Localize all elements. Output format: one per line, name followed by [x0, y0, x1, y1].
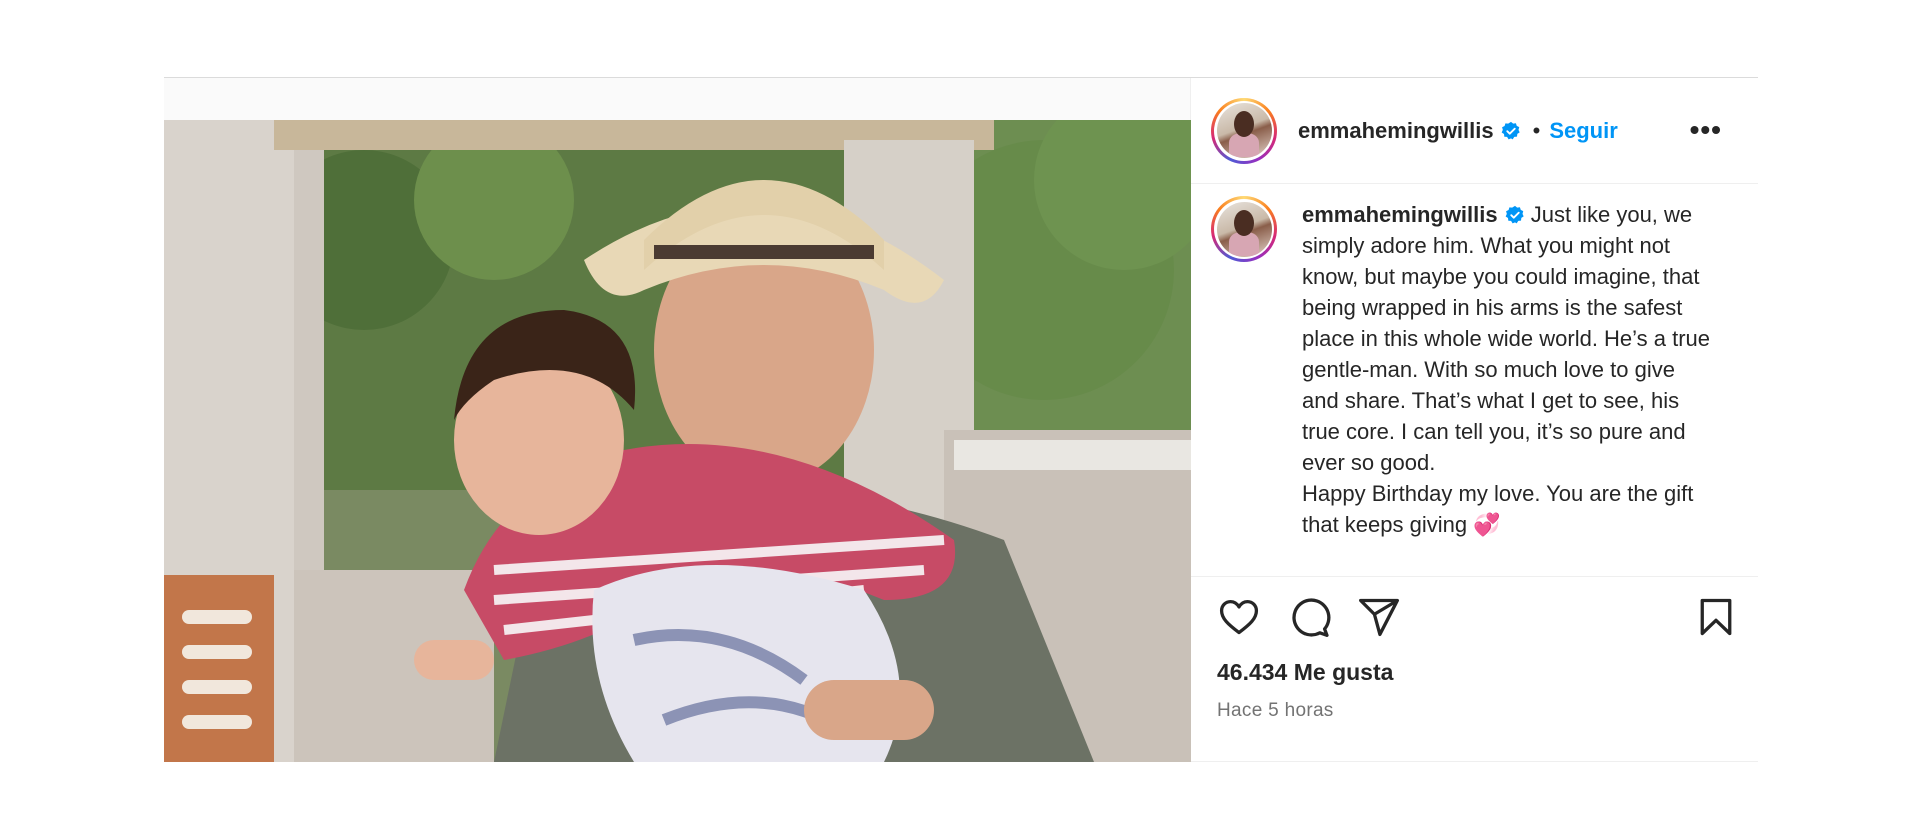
caption-avatar-image	[1216, 201, 1272, 257]
separator-dot: •	[1532, 117, 1541, 143]
media-column	[164, 78, 1191, 762]
instagram-post: emmahemingwillis • Seguir ••• emmaheming…	[164, 77, 1758, 762]
caption-verified-badge-icon	[1505, 205, 1524, 224]
avatar-image	[1216, 103, 1272, 158]
caption-body: Just like you, we simply adore him. What…	[1302, 202, 1711, 475]
photo-illustration	[164, 120, 1191, 762]
send-icon[interactable]	[1357, 595, 1401, 639]
post-timestamp[interactable]: Hace 5 horas	[1191, 700, 1758, 722]
comment-icon[interactable]	[1287, 595, 1331, 639]
action-bar	[1191, 577, 1758, 657]
post-photo[interactable]	[164, 120, 1191, 762]
heart-icon[interactable]	[1217, 595, 1261, 639]
post-sidebar: emmahemingwillis • Seguir ••• emmaheming…	[1191, 78, 1758, 761]
header-username[interactable]: emmahemingwillis	[1298, 118, 1494, 144]
caption-avatar[interactable]	[1211, 196, 1277, 262]
likes-count[interactable]: 46.434 Me gusta	[1191, 659, 1758, 686]
post-header: emmahemingwillis • Seguir •••	[1191, 78, 1758, 184]
verified-badge-icon	[1501, 121, 1520, 139]
bookmark-icon[interactable]	[1694, 595, 1738, 639]
avatar[interactable]	[1211, 97, 1277, 164]
more-options-icon[interactable]: •••	[1690, 116, 1722, 144]
caption-body-2: Happy Birthday my love. You are the gift…	[1302, 481, 1694, 537]
follow-button[interactable]: Seguir	[1549, 118, 1617, 144]
caption-text: emmahemingwillis Just like you, we simpl…	[1302, 196, 1712, 576]
caption-username[interactable]: emmahemingwillis	[1302, 202, 1498, 227]
caption-section: emmahemingwillis Just like you, we simpl…	[1191, 184, 1758, 577]
